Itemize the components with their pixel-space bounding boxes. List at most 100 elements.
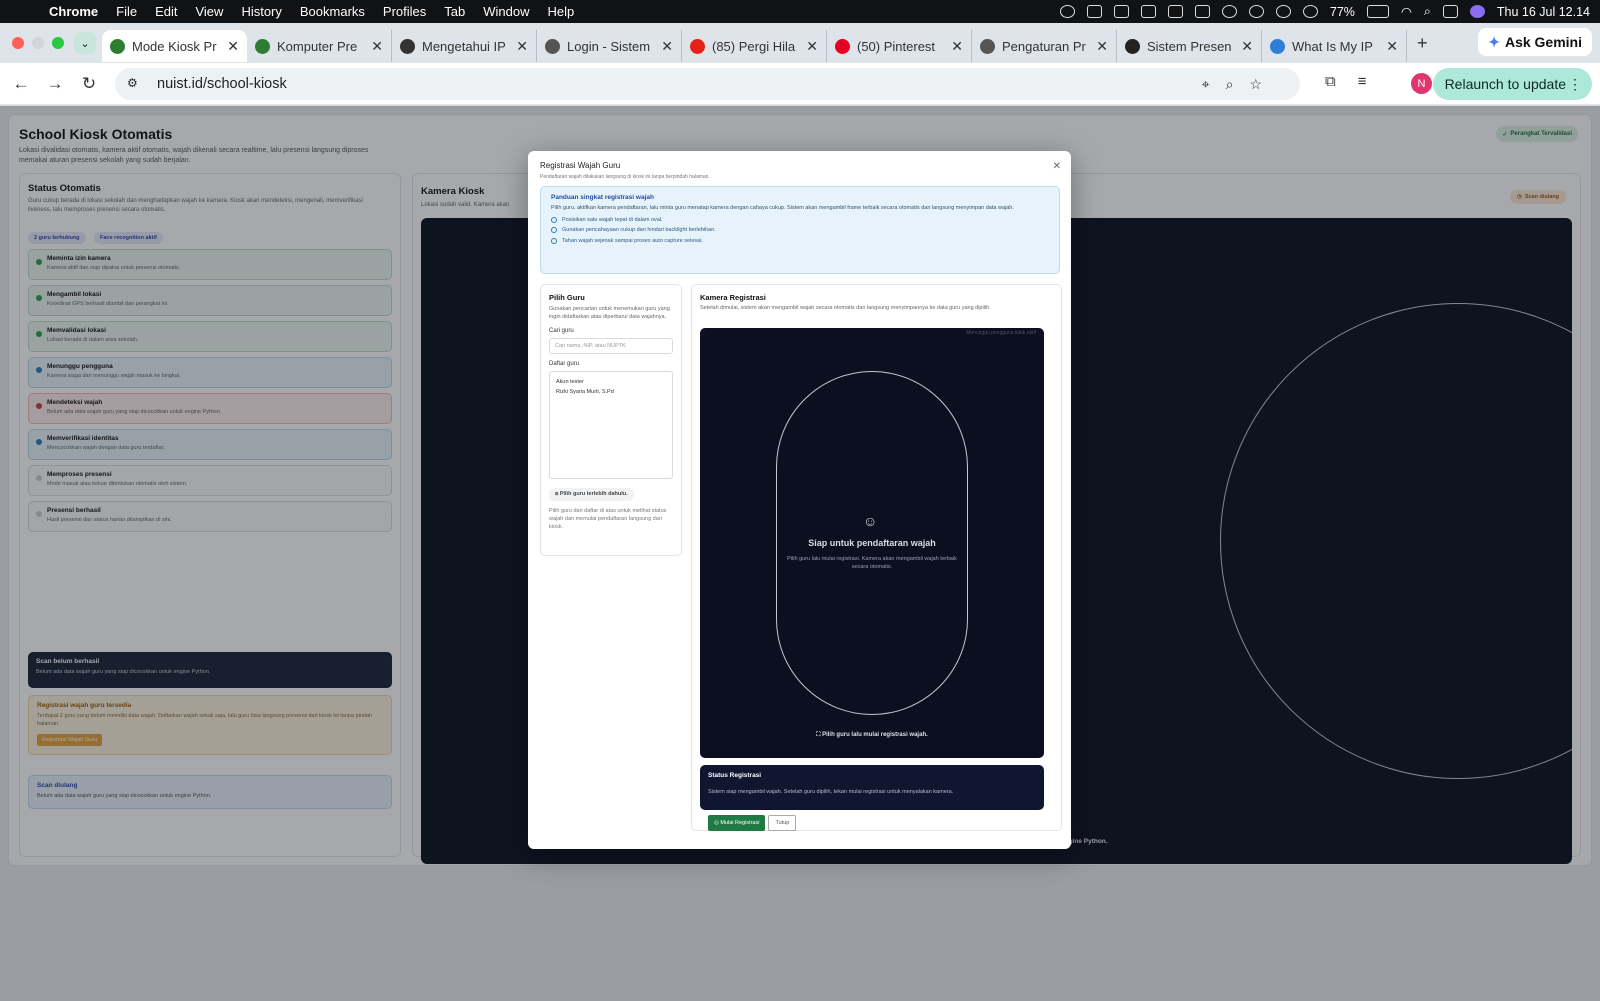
tab-title: Pengaturan Pr	[1002, 38, 1086, 54]
tab-title: (85) Pergi Hila	[712, 38, 796, 54]
omnibox-actions: ⌖ ⌕ ☆	[1202, 76, 1262, 93]
fullscreen-window-button[interactable]	[52, 37, 64, 49]
start-registration-button[interactable]: ◎ Mulai Registrasi	[708, 815, 766, 831]
modal-subtitle: Pendaftaran wajah dilakukan langsung di …	[540, 174, 710, 180]
check-circle-icon	[551, 216, 557, 223]
site-settings-icon[interactable]: ⚙	[127, 76, 143, 92]
search-teacher-input[interactable]: Cari nama, NIP, atau NUPTK	[549, 338, 673, 354]
menubar-status-area: 77% ◠ ⌕ Thu 16 Jul 12.14	[1059, 0, 1590, 23]
modal-close-icon[interactable]: ✕	[1053, 161, 1061, 172]
tab-close-icon[interactable]: ✕	[1241, 38, 1253, 55]
status-app-icon[interactable]	[1059, 5, 1075, 18]
tab-close-icon[interactable]: ✕	[661, 38, 673, 55]
reading-list-icon[interactable]: ≡	[1358, 73, 1367, 90]
teacher-list-item[interactable]: Akun tester	[556, 377, 666, 387]
profile-avatar[interactable]: N	[1411, 73, 1432, 94]
tab-favicon-icon	[980, 38, 995, 54]
reload-icon[interactable]: ↻	[72, 74, 106, 94]
headphones-icon[interactable]	[1275, 5, 1291, 18]
browser-tab[interactable]: (50) Pinterest ✕	[827, 30, 972, 62]
browser-tab[interactable]: (85) Pergi Hila ✕	[682, 30, 827, 62]
browser-tab[interactable]: Pengaturan Pr ✕	[972, 30, 1117, 62]
menu-view[interactable]: View	[186, 4, 232, 19]
menubar-datetime[interactable]: Thu 16 Jul 12.14	[1497, 5, 1590, 19]
pen-icon[interactable]	[1167, 5, 1183, 18]
display-icon[interactable]	[1194, 5, 1210, 18]
tab-search-chevron-icon[interactable]: ⌄	[74, 32, 96, 54]
menu-help[interactable]: Help	[539, 4, 584, 19]
menu-history[interactable]: History	[232, 4, 290, 19]
guide-item-text: Posisikan satu wajah tepat di dalam oval…	[562, 216, 663, 223]
browser-tab[interactable]: Sistem Presen ✕	[1117, 30, 1262, 62]
teacher-list[interactable]: Akun tester Rizki Syaria Murti, S.Pd	[549, 371, 673, 479]
tab-close-icon[interactable]: ✕	[371, 38, 383, 55]
browser-tab[interactable]: Mengetahui IP ✕	[392, 30, 537, 62]
window-controls	[0, 37, 74, 49]
location-pin-icon[interactable]: ⌖	[1202, 76, 1210, 93]
exclamation-icon[interactable]	[1113, 5, 1129, 18]
camera-corner-status: Menunggu pengguna tidak aktif	[966, 330, 1036, 336]
search-teacher-label: Cari guru	[549, 328, 574, 334]
ask-gemini-button[interactable]: ✦ Ask Gemini	[1478, 28, 1592, 56]
tab-close-icon[interactable]: ✕	[1386, 38, 1398, 55]
guide-item-text: Gunakan pencahayaan cukup dan hindari ba…	[562, 227, 716, 233]
tab-title: What Is My IP	[1292, 38, 1373, 54]
toolbar-icons: ⧉ ≡	[1325, 73, 1366, 90]
bookmark-star-icon[interactable]: ☆	[1249, 76, 1262, 93]
tab-close-icon[interactable]: ✕	[806, 38, 818, 55]
play-icon[interactable]	[1248, 5, 1264, 18]
menu-tab[interactable]: Tab	[435, 4, 474, 19]
relaunch-to-update-button[interactable]: Relaunch to update ⋮	[1432, 68, 1592, 100]
select-teacher-note: Pilih guru dari daftar di atas untuk mel…	[549, 508, 667, 530]
menu-bookmarks[interactable]: Bookmarks	[291, 4, 374, 19]
tab-close-icon[interactable]: ✕	[227, 38, 239, 55]
registration-camera-panel: Kamera Registrasi Setelah dimulai, siste…	[691, 284, 1062, 831]
window-icon[interactable]	[1140, 5, 1156, 18]
browser-tab[interactable]: Mode Kiosk Pr ✕	[102, 30, 247, 62]
battery-icon[interactable]	[1366, 5, 1389, 18]
menu-edit[interactable]: Edit	[146, 4, 186, 19]
browser-tab[interactable]: Login - Sistem ✕	[537, 30, 682, 62]
face-oval-guide: ☺ Siap untuk pendaftaran wajah Pilih gur…	[776, 371, 968, 715]
extensions-puzzle-icon[interactable]: ⧉	[1325, 73, 1336, 90]
close-window-button[interactable]	[12, 37, 24, 49]
tab-favicon-icon	[1270, 38, 1285, 54]
siri-icon[interactable]	[1469, 5, 1485, 18]
tab-title: (50) Pinterest	[857, 38, 936, 54]
tab-close-icon[interactable]: ✕	[951, 38, 963, 55]
tab-close-icon[interactable]: ✕	[1096, 38, 1108, 55]
guide-item: Posisikan satu wajah tepat di dalam oval…	[551, 216, 1049, 223]
select-teacher-panel: Pilih Guru Gunakan pencarian untuk menem…	[540, 284, 682, 556]
back-arrow-icon[interactable]: ←	[4, 74, 38, 94]
forward-arrow-icon[interactable]: →	[38, 74, 72, 94]
search-icon[interactable]: ⌕	[1424, 4, 1431, 19]
time-machine-icon[interactable]	[1221, 5, 1237, 18]
tab-strip: ⌄ Mode Kiosk Pr ✕ Komputer Pre ✕ Mengetahui …	[0, 23, 1600, 63]
menu-window[interactable]: Window	[474, 4, 538, 19]
menu-profiles[interactable]: Profiles	[374, 4, 435, 19]
tab-close-icon[interactable]: ✕	[516, 38, 528, 55]
teacher-list-item[interactable]: Rizki Syaria Murti, S.Pd	[556, 387, 666, 397]
menu-file[interactable]: File	[107, 4, 146, 19]
url-text[interactable]: nuist.id/school-kiosk	[157, 76, 287, 92]
close-modal-button[interactable]: Tutup	[768, 815, 797, 831]
sun-icon	[551, 227, 557, 233]
address-bar[interactable]: ⚙ nuist.id/school-kiosk ⌖ ⌕ ☆	[115, 68, 1300, 100]
control-center-icon[interactable]	[1442, 5, 1458, 18]
wifi-icon[interactable]: ◠	[1401, 4, 1412, 19]
minimize-window-button[interactable]	[32, 37, 44, 49]
user-icon[interactable]	[1302, 5, 1318, 18]
browser-tab[interactable]: Komputer Pre ✕	[247, 30, 392, 62]
tab-favicon-icon	[835, 38, 850, 54]
new-tab-plus-icon[interactable]: +	[1407, 33, 1438, 54]
registration-status-box: Status Registrasi Sistem siap mengambil …	[700, 765, 1044, 810]
kebab-menu-icon[interactable]: ⋮	[1568, 76, 1582, 93]
menu-app-name[interactable]: Chrome	[40, 4, 107, 19]
cloud-icon[interactable]	[1086, 5, 1102, 18]
face-registration-modal: Registrasi Wajah Guru Pendaftaran wajah …	[528, 151, 1071, 849]
tab-favicon-icon	[1125, 38, 1140, 54]
zoom-icon[interactable]: ⌕	[1226, 76, 1234, 93]
browser-tab[interactable]: What Is My IP ✕	[1262, 30, 1407, 62]
ready-desc: Pilih guru lalu mulai registrasi. Kamera…	[787, 556, 957, 570]
relaunch-label: Relaunch to update	[1444, 76, 1566, 92]
